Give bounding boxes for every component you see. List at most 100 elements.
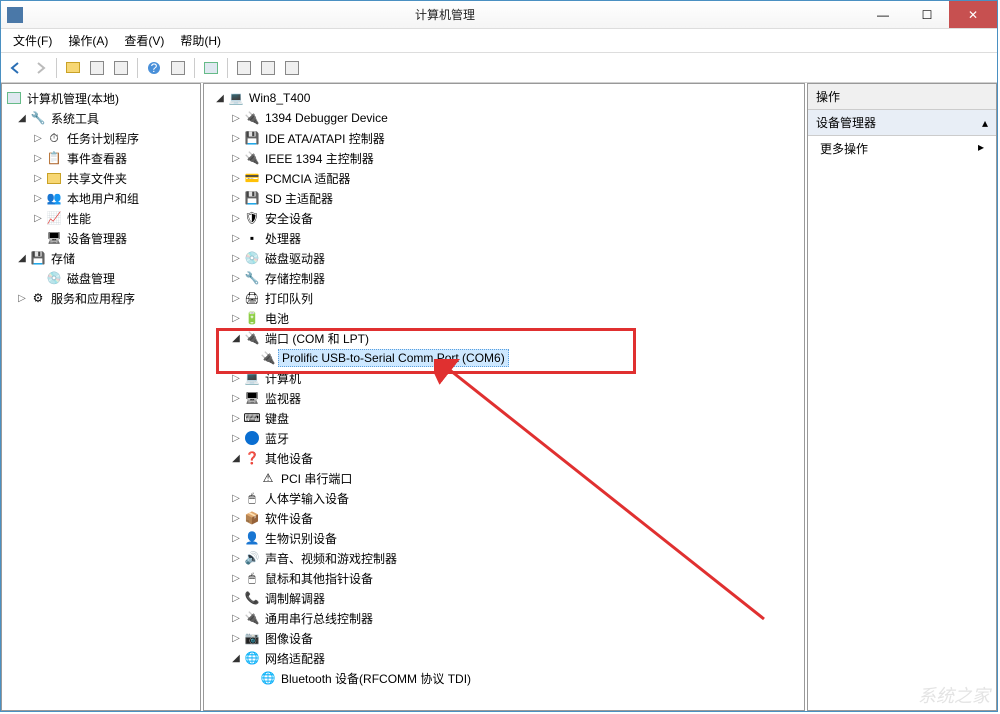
tree-1394dbg[interactable]: ▷🔌1394 Debugger Device: [206, 108, 802, 128]
tree-biometric[interactable]: ▷👤生物识别设备: [206, 528, 802, 548]
collapse-icon[interactable]: ◢: [16, 113, 28, 124]
close-button[interactable]: ✕: [949, 1, 997, 28]
tree-mouse[interactable]: ▷🖱鼠标和其他指针设备: [206, 568, 802, 588]
expand-icon[interactable]: ▷: [230, 373, 242, 384]
expand-icon[interactable]: ▷: [230, 113, 242, 124]
expand-icon[interactable]: ▷: [230, 593, 242, 604]
scan-icon[interactable]: [200, 57, 222, 79]
expand-icon[interactable]: ▷: [32, 153, 44, 164]
tree-perf[interactable]: ▷📈性能: [4, 208, 198, 228]
tree-root[interactable]: ◢💻Win8_T400: [206, 88, 802, 108]
tree-keyboard[interactable]: ▷⌨键盘: [206, 408, 802, 428]
actions-section[interactable]: 设备管理器 ▴: [808, 110, 996, 136]
expand-icon[interactable]: ▷: [230, 493, 242, 504]
expand-icon[interactable]: ▷: [230, 293, 242, 304]
tree-sound[interactable]: ▷🔊声音、视频和游戏控制器: [206, 548, 802, 568]
collapse-icon[interactable]: ◢: [230, 333, 242, 344]
expand-icon[interactable]: ▷: [230, 393, 242, 404]
tree-ports[interactable]: ◢🔌端口 (COM 和 LPT): [206, 328, 802, 348]
menu-file[interactable]: 文件(F): [5, 30, 60, 51]
expand-icon[interactable]: ▷: [230, 613, 242, 624]
forward-button[interactable]: [29, 57, 51, 79]
tree-otherdev[interactable]: ◢❓其他设备: [206, 448, 802, 468]
tree-storage[interactable]: ◢💾存储: [4, 248, 198, 268]
tree-devmgr[interactable]: 🖥设备管理器: [4, 228, 198, 248]
expand-icon[interactable]: ▷: [230, 253, 242, 264]
collapse-icon[interactable]: ◢: [230, 653, 242, 664]
tree-usb[interactable]: ▷🔌通用串行总线控制器: [206, 608, 802, 628]
biometric-icon: 👤: [244, 530, 260, 546]
tree-services[interactable]: ▷⚙服务和应用程序: [4, 288, 198, 308]
expand-icon[interactable]: ▷: [32, 173, 44, 184]
maximize-button[interactable]: ☐: [905, 1, 949, 28]
back-button[interactable]: [5, 57, 27, 79]
tree-pciserial[interactable]: ⚠PCI 串行端口: [206, 468, 802, 488]
collapse-icon[interactable]: ▴: [982, 116, 988, 130]
expand-icon[interactable]: ▷: [230, 213, 242, 224]
expand-icon[interactable]: ▷: [230, 573, 242, 584]
collapse-icon[interactable]: ◢: [230, 453, 242, 464]
expand-icon[interactable]: ▷: [230, 313, 242, 324]
tree-computer[interactable]: ▷💻计算机: [206, 368, 802, 388]
tree-modem[interactable]: ▷📞调制解调器: [206, 588, 802, 608]
tree-diskmgr[interactable]: 💿磁盘管理: [4, 268, 198, 288]
enable-icon[interactable]: [281, 57, 303, 79]
expand-icon[interactable]: ▷: [230, 193, 242, 204]
tree-ide[interactable]: ▷💾IDE ATA/ATAPI 控制器: [206, 128, 802, 148]
expand-icon[interactable]: ▷: [230, 513, 242, 524]
tree-root[interactable]: 计算机管理(本地): [4, 88, 198, 108]
properties-icon[interactable]: [167, 57, 189, 79]
menu-action[interactable]: 操作(A): [60, 30, 116, 51]
list-icon[interactable]: [110, 57, 132, 79]
tree-localusers[interactable]: ▷👥本地用户和组: [4, 188, 198, 208]
tree-sd[interactable]: ▷💾SD 主适配器: [206, 188, 802, 208]
tree-btrfcomm[interactable]: 🌐Bluetooth 设备(RFCOMM 协议 TDI): [206, 668, 802, 688]
expand-icon[interactable]: ▷: [230, 633, 242, 644]
update-icon[interactable]: [233, 57, 255, 79]
tree-softdev[interactable]: ▷📦软件设备: [206, 508, 802, 528]
warning-icon: ⚠: [260, 470, 276, 486]
expand-icon[interactable]: ▷: [230, 273, 242, 284]
event-icon: 📋: [46, 150, 62, 166]
uninstall-icon[interactable]: [257, 57, 279, 79]
expand-icon[interactable]: ▷: [32, 133, 44, 144]
tree-printq[interactable]: ▷🖨打印队列: [206, 288, 802, 308]
expand-icon[interactable]: ▷: [16, 293, 28, 304]
view-icon[interactable]: [86, 57, 108, 79]
tree-security[interactable]: ▷🛡安全设备: [206, 208, 802, 228]
expand-icon[interactable]: ▷: [230, 233, 242, 244]
expand-icon[interactable]: ▷: [32, 213, 44, 224]
tree-pcmcia[interactable]: ▷💳PCMCIA 适配器: [206, 168, 802, 188]
expand-icon[interactable]: ▷: [230, 533, 242, 544]
expand-icon[interactable]: ▷: [230, 413, 242, 424]
tree-imaging[interactable]: ▷📷图像设备: [206, 628, 802, 648]
folder-icon[interactable]: [62, 57, 84, 79]
tree-eventvwr[interactable]: ▷📋事件查看器: [4, 148, 198, 168]
expand-icon[interactable]: ▷: [32, 193, 44, 204]
expand-icon[interactable]: ▷: [230, 153, 242, 164]
tree-monitor[interactable]: ▷🖥监视器: [206, 388, 802, 408]
tree-cpu[interactable]: ▷▪处理器: [206, 228, 802, 248]
collapse-icon[interactable]: ◢: [214, 93, 226, 104]
tree-netadapter[interactable]: ◢🌐网络适配器: [206, 648, 802, 668]
tree-hid[interactable]: ▷🖱人体学输入设备: [206, 488, 802, 508]
menu-help[interactable]: 帮助(H): [172, 30, 229, 51]
tree-storctl[interactable]: ▷🔧存储控制器: [206, 268, 802, 288]
menu-view[interactable]: 查看(V): [116, 30, 172, 51]
tree-bluetooth[interactable]: ▷蓝牙: [206, 428, 802, 448]
tree-systools[interactable]: ◢🔧系统工具: [4, 108, 198, 128]
tree-shared[interactable]: ▷共享文件夹: [4, 168, 198, 188]
expand-icon[interactable]: ▷: [230, 133, 242, 144]
tree-prolific[interactable]: 🔌Prolific USB-to-Serial Comm Port (COM6): [206, 348, 802, 368]
help-icon[interactable]: ?: [143, 57, 165, 79]
tree-ieee1394[interactable]: ▷🔌IEEE 1394 主控制器: [206, 148, 802, 168]
collapse-icon[interactable]: ◢: [16, 253, 28, 264]
expand-icon[interactable]: ▷: [230, 433, 242, 444]
minimize-button[interactable]: —: [861, 1, 905, 28]
tree-diskdrv[interactable]: ▷💿磁盘驱动器: [206, 248, 802, 268]
more-actions[interactable]: 更多操作 ▸: [808, 136, 996, 161]
tree-tasksched[interactable]: ▷⏱任务计划程序: [4, 128, 198, 148]
tree-battery[interactable]: ▷🔋电池: [206, 308, 802, 328]
expand-icon[interactable]: ▷: [230, 553, 242, 564]
expand-icon[interactable]: ▷: [230, 173, 242, 184]
